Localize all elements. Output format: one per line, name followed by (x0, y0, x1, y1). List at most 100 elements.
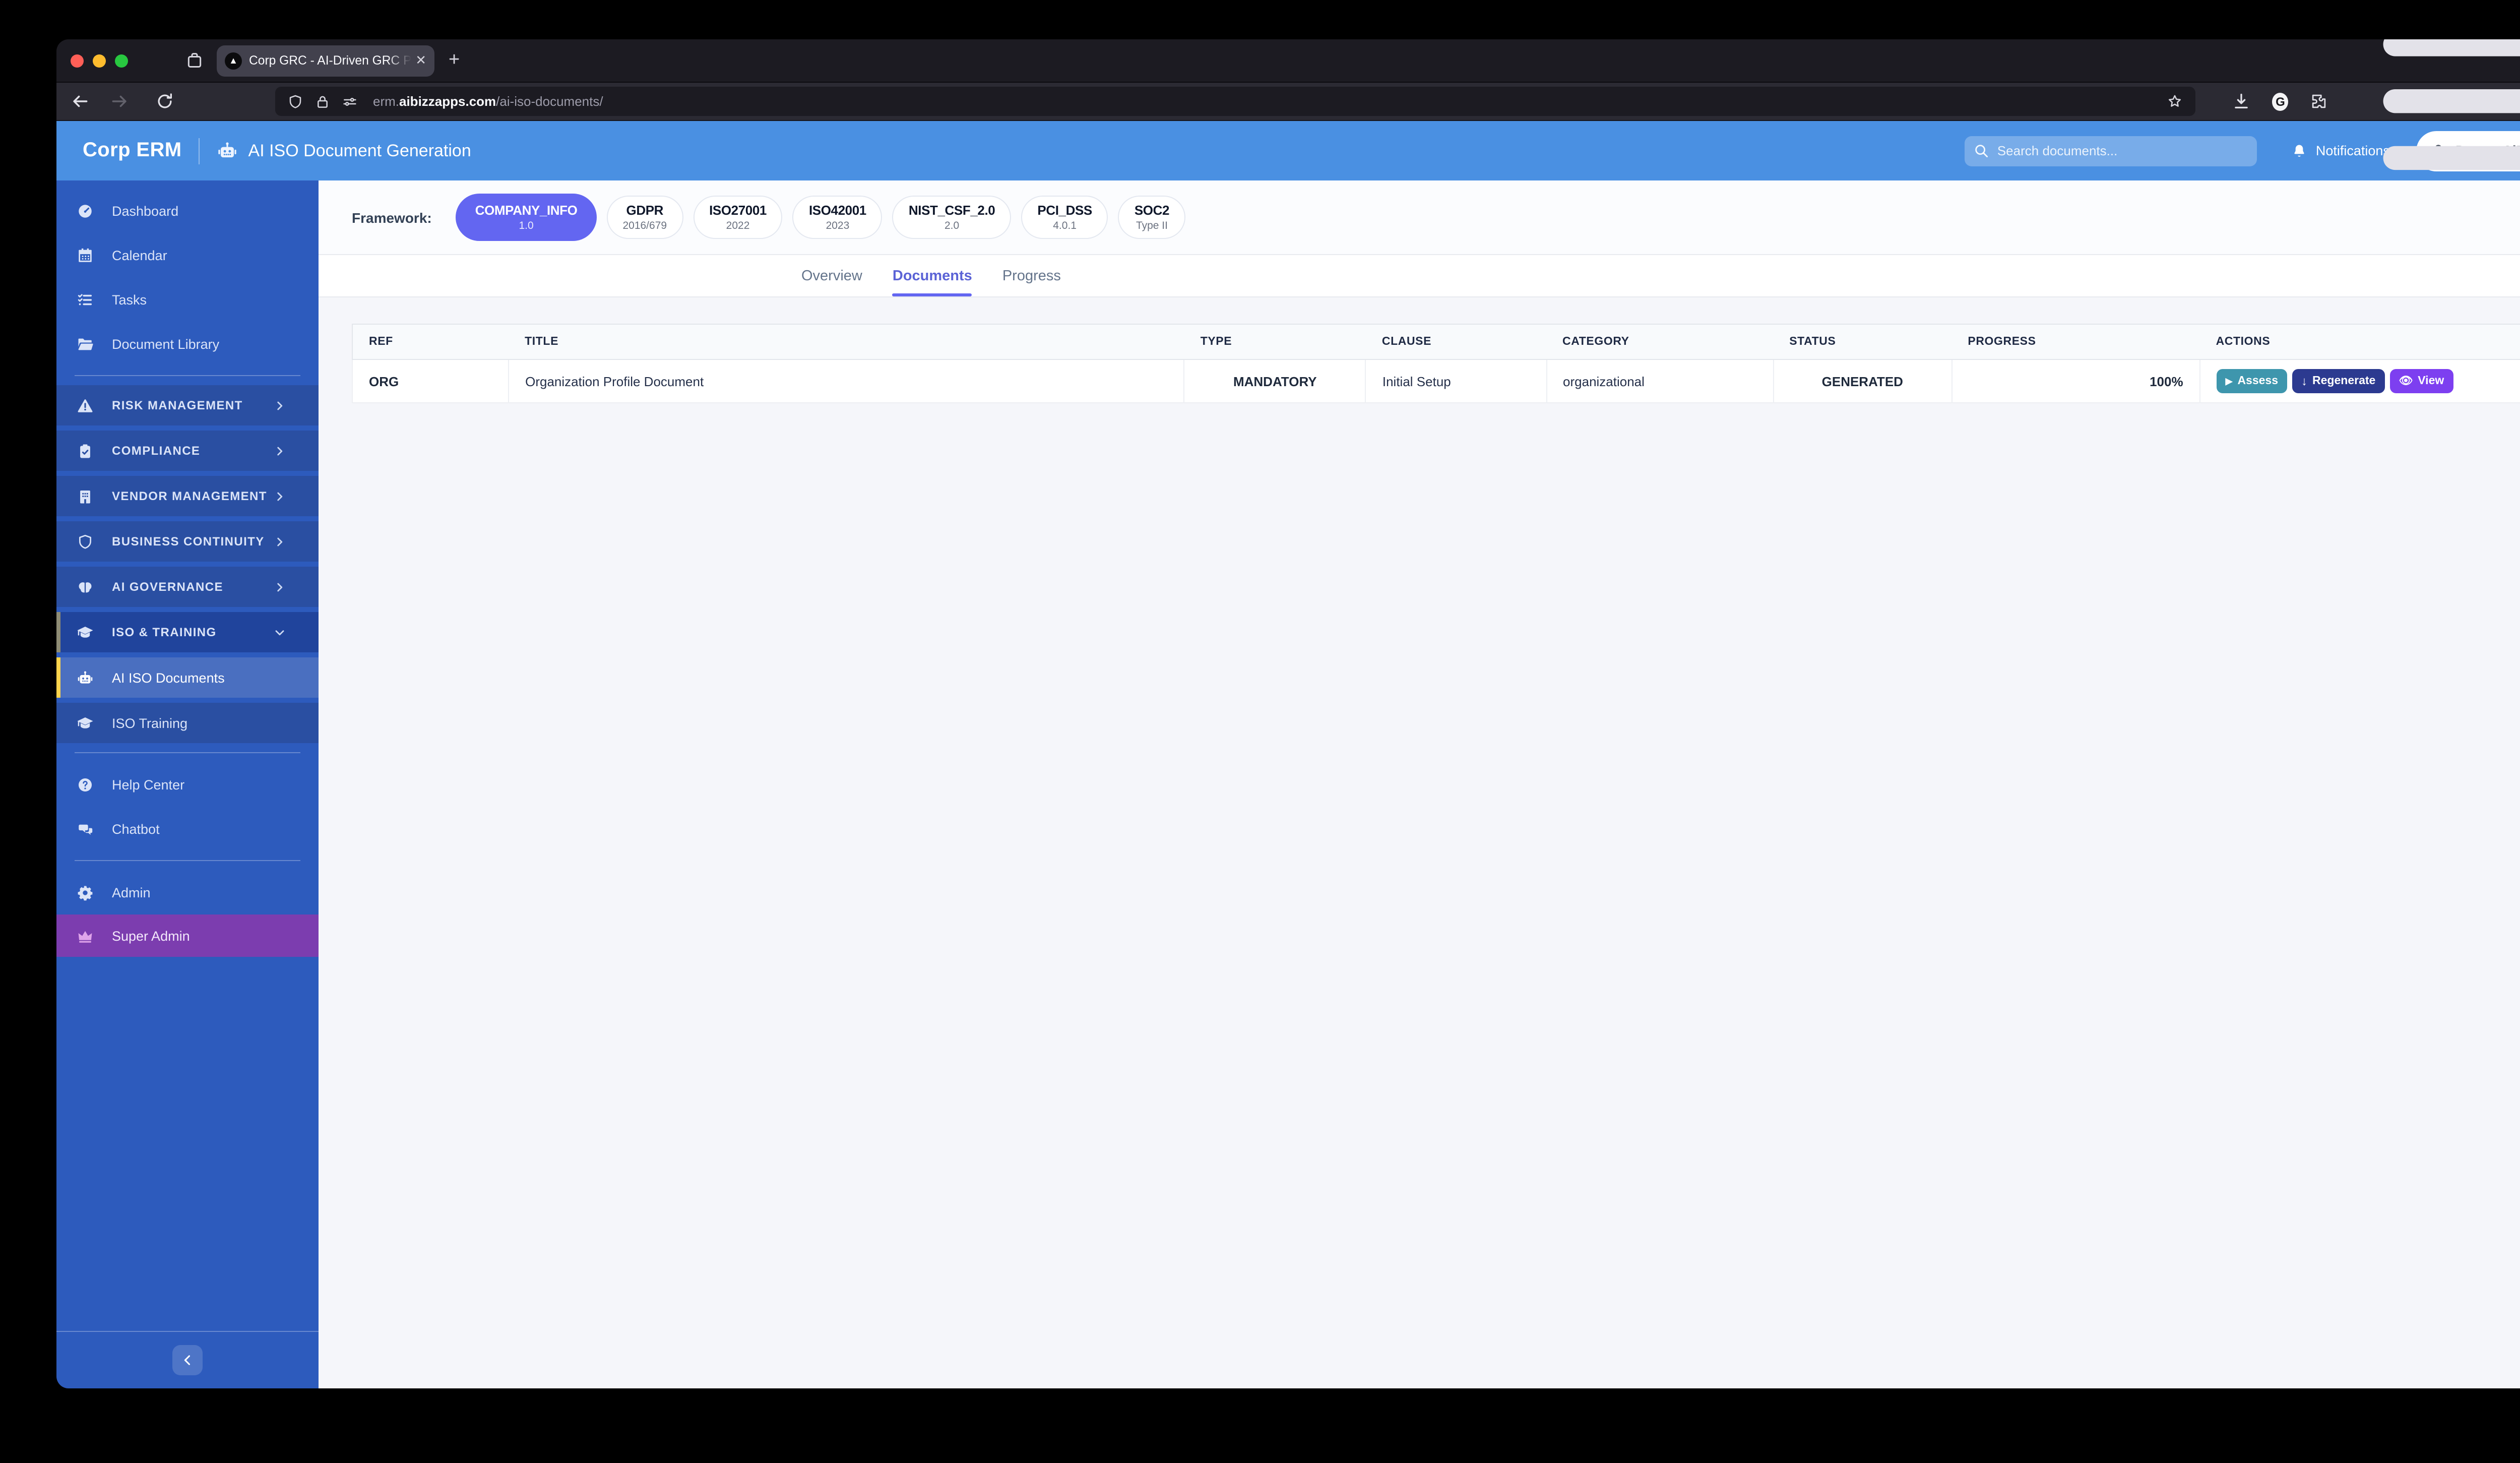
main-content: Framework: COMPANY_INFO 1.0 GDPR 2016/679 IS… (319, 180, 2520, 1388)
tab-overview[interactable]: Overview (801, 255, 862, 296)
pill-subtitle: 2.0 (944, 220, 960, 232)
cell-status: GENERATED (1773, 359, 1952, 403)
sidebar-item-label: Admin (112, 885, 151, 900)
browser-tab[interactable]: ▲ Corp GRC - AI-Driven GRC Platf ✕ (217, 45, 434, 76)
sidebar-divider (75, 375, 300, 376)
robot-icon (77, 669, 94, 686)
brand-logo[interactable]: Corp ERM (83, 139, 182, 162)
minimize-window-button[interactable] (93, 54, 106, 67)
tab-progress[interactable]: Progress (1002, 255, 1061, 296)
pill-subtitle: Type II (1136, 220, 1168, 232)
column-header-progress: PROGRESS (1951, 324, 2200, 360)
traffic-lights (71, 54, 128, 67)
assess-button[interactable]: ▶ Assess (2216, 369, 2288, 393)
row-actions: ▶ Assess ↓ Regenerate 👁 View (2216, 369, 2520, 393)
tab-close-button[interactable]: ✕ (415, 52, 426, 69)
framework-pill-pci-dss[interactable]: PCI_DSS 4.0.1 (1021, 196, 1108, 239)
tab-documents[interactable]: Documents (892, 255, 972, 296)
sidebar-item-ai-iso-documents[interactable]: AI ISO Documents (56, 657, 319, 698)
tracking-protection-shield-icon[interactable] (287, 93, 303, 109)
browser-tab-bar: ▲ Corp GRC - AI-Driven GRC Platf ✕ + (56, 39, 2520, 83)
sidebar-item-iso-training[interactable]: ISO Training (56, 703, 319, 743)
sidebar-item-label: COMPLIANCE (112, 444, 201, 458)
sidebar-item-label: Calendar (112, 248, 167, 263)
forward-button[interactable] (110, 92, 129, 111)
url-text: erm.aibizzapps.com/ai-iso-documents/ (373, 94, 603, 109)
pill-subtitle: 1.0 (519, 220, 534, 232)
framework-pill-nist-csf-2-0[interactable]: NIST_CSF_2.0 2.0 (892, 196, 1012, 239)
back-button[interactable] (71, 92, 90, 111)
chevron-right-icon (273, 580, 286, 593)
question-icon (77, 776, 94, 793)
sidebar-item-document-library[interactable]: Document Library (56, 322, 319, 366)
sidebar-collapse-button[interactable] (172, 1345, 203, 1375)
search-input[interactable] (1965, 136, 2257, 166)
chevron-right-icon (273, 535, 286, 548)
sidebar-item-ai-governance[interactable]: AI GOVERNANCE (56, 567, 319, 607)
sidebar-item-dashboard[interactable]: Dashboard (56, 189, 319, 233)
framework-pill-soc2[interactable]: SOC2 Type II (1118, 196, 1186, 239)
browser-nav-bar: erm.aibizzapps.com/ai-iso-documents/ G (56, 39, 2520, 170)
sidebar-footer (56, 1331, 319, 1388)
column-header-clause: CLAUSE (1365, 324, 1547, 360)
pill-title: GDPR (626, 203, 664, 218)
framework-selector-row: Framework: COMPANY_INFO 1.0 GDPR 2016/679 IS… (319, 180, 2520, 254)
cell-ref: ORG (351, 359, 510, 403)
lock-icon[interactable] (314, 93, 331, 109)
folder-icon (77, 335, 94, 352)
gradcap-icon (77, 714, 94, 731)
view-button[interactable]: 👁 View (2389, 369, 2453, 393)
sidebar-item-calendar[interactable]: Calendar (56, 233, 319, 277)
search-box (1965, 136, 2257, 166)
sidebar-item-admin[interactable]: Admin (56, 870, 319, 915)
sidebar-item-compliance[interactable]: COMPLIANCE (56, 431, 319, 471)
sidebar-item-business-continuity[interactable]: BUSINESS CONTINUITY (56, 521, 319, 562)
column-header-ref: REF (352, 324, 509, 360)
content-area: REF TITLE TYPE CLAUSE CATEGORY STATUS PROGRESS… (319, 297, 2520, 1388)
sidebar-item-label: Super Admin (112, 928, 190, 943)
zoom-window-button[interactable] (115, 54, 128, 67)
checklist-icon (77, 291, 94, 308)
downloads-button[interactable] (2232, 92, 2251, 111)
close-window-button[interactable] (71, 54, 84, 67)
url-bar[interactable]: erm.aibizzapps.com/ai-iso-documents/ (275, 87, 2196, 116)
sidebar-item-super-admin[interactable]: Super Admin (56, 915, 319, 957)
extensions-icon[interactable] (2310, 92, 2329, 111)
framework-pill-iso27001[interactable]: ISO27001 2022 (693, 196, 783, 239)
sidebar-divider (75, 752, 300, 753)
reload-button[interactable] (155, 92, 174, 111)
cell-type: MANDATORY (1183, 359, 1366, 403)
page-title: AI ISO Document Generation (248, 141, 471, 160)
framework-pill-iso42001[interactable]: ISO42001 2023 (792, 196, 883, 239)
sidebar-item-label: RISK MANAGEMENT (112, 398, 243, 412)
arrow-down-icon: ↓ (2301, 374, 2308, 388)
eye-icon: 👁 (2399, 375, 2413, 387)
sidebar-item-help-center[interactable]: Help Center (56, 762, 319, 807)
chevron-left-icon (180, 1353, 195, 1367)
framework-pill-company-info[interactable]: COMPANY_INFO 1.0 (456, 194, 597, 241)
sidebar-item-chatbot[interactable]: Chatbot (56, 807, 319, 851)
url-path: /ai-iso-documents/ (496, 94, 603, 109)
g-extension-icon[interactable]: G (2272, 92, 2289, 110)
firefox-view-icon[interactable] (184, 50, 205, 71)
sidebar-divider (75, 860, 300, 861)
column-header-title: TITLE (509, 324, 1184, 360)
header-divider (199, 138, 200, 164)
new-tab-button[interactable]: + (449, 49, 460, 72)
bookmark-star-icon[interactable] (2166, 93, 2183, 110)
sidebar-item-vendor-management[interactable]: VENDOR MANAGEMENT (56, 476, 319, 516)
url-domain: aibizzapps.com (399, 94, 496, 109)
hamburger-menu-button[interactable] (2350, 39, 2520, 238)
tabs-bar: Overview Documents Progress (319, 254, 2520, 297)
brain-icon (77, 578, 94, 595)
sidebar-item-risk-management[interactable]: RISK MANAGEMENT (56, 385, 319, 425)
sidebar-item-iso-training[interactable]: ISO & TRAINING (56, 612, 319, 652)
regenerate-button[interactable]: ↓ Regenerate (2292, 369, 2385, 393)
table-header-row: REF TITLE TYPE CLAUSE CATEGORY STATUS PROGRESS… (352, 324, 2520, 360)
permissions-icon[interactable] (342, 93, 358, 109)
sidebar-item-tasks[interactable]: Tasks (56, 277, 319, 322)
sidebar-item-label: ISO Training (112, 715, 188, 730)
chevron-down-icon (273, 626, 286, 639)
documents-table: REF TITLE TYPE CLAUSE CATEGORY STATUS PROGRESS… (351, 324, 2520, 403)
framework-pill-gdpr[interactable]: GDPR 2016/679 (606, 196, 683, 239)
